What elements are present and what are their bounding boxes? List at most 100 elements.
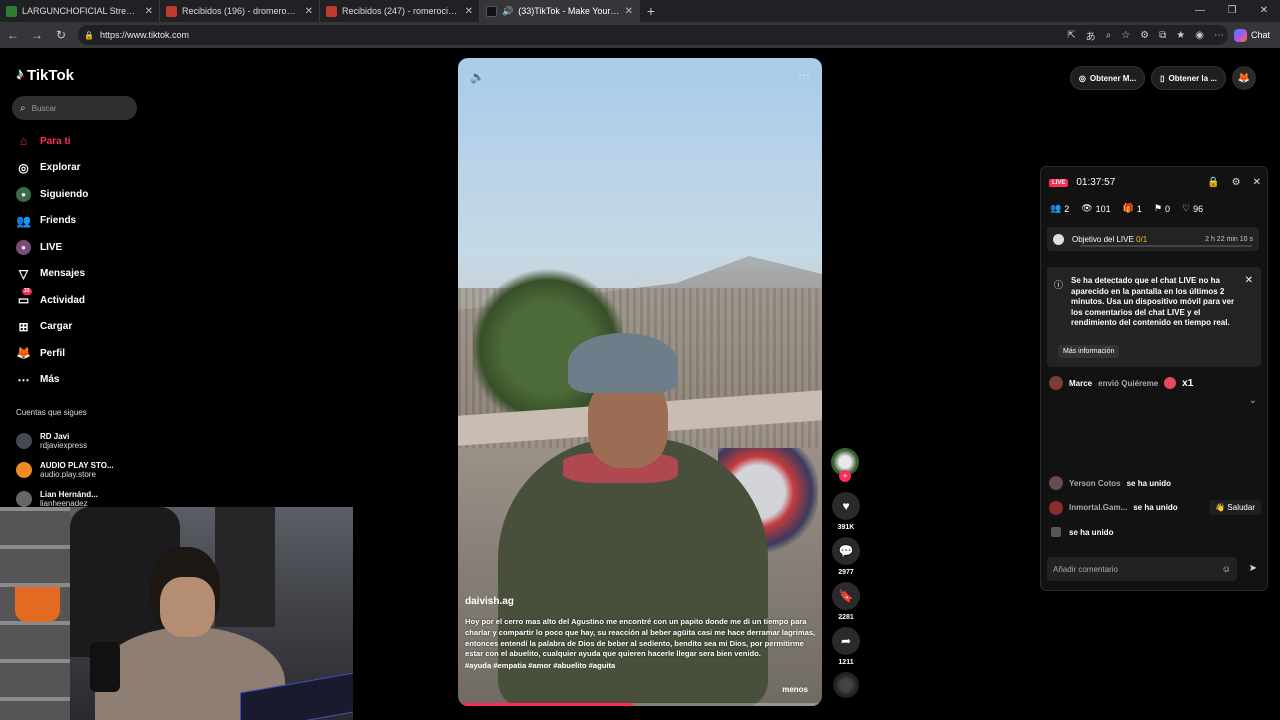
following-username: audio.play.store (40, 469, 96, 479)
video-author[interactable]: daivish.ag (465, 596, 817, 607)
new-tab-button[interactable]: + (640, 3, 662, 19)
more-options-icon[interactable]: ⋯ (798, 68, 810, 82)
nav-item-mas[interactable]: ⋯ Más (16, 367, 88, 394)
emoji-icon[interactable]: ☺ (1222, 564, 1231, 574)
video-player[interactable]: 🔈 ⋯ daivish.ag Hoy por el cerro mas alto… (458, 58, 822, 706)
tab-close-icon[interactable]: ✕ (465, 6, 473, 17)
nav-item-para-ti[interactable]: ⌂ Para ti (16, 128, 88, 155)
close-icon[interactable]: ✕ (1245, 275, 1253, 286)
search-input[interactable]: ⌕ Buscar (12, 96, 137, 120)
video-hashtags[interactable]: #ayuda #empatia #amor #abuelito #aguita (465, 661, 817, 670)
settings-icon[interactable]: ⚙ (1232, 177, 1241, 188)
open-app-icon[interactable]: ⇱ (1067, 30, 1075, 41)
back-icon[interactable]: ← (6, 28, 20, 42)
music-disc-icon[interactable] (833, 672, 859, 698)
video-man-cap (568, 333, 678, 393)
bookmark-icon[interactable]: 🔖 (832, 582, 860, 610)
mute-icon[interactable]: 🔈 (470, 70, 485, 84)
nav-item-live[interactable]: ● LIVE (16, 234, 88, 261)
video-progress-bar[interactable] (458, 703, 822, 706)
gifts-stat[interactable]: 🎁 1 (1123, 203, 1142, 214)
extensions-icon[interactable]: ⚙ (1140, 30, 1149, 41)
following-item[interactable]: AUDIO PLAY STO... audio.play.store (16, 455, 114, 484)
get-app-button[interactable]: ▯ Obtener la ... (1151, 66, 1226, 90)
nav-item-friends[interactable]: 👥 Friends (16, 208, 88, 235)
join-username[interactable]: Yerson Cotos (1069, 479, 1121, 488)
goal-icon (1053, 233, 1064, 245)
like-action[interactable]: ♥ 391K (831, 492, 861, 531)
nav-item-explorar[interactable]: ◎ Explorar (16, 155, 88, 182)
browser-tab[interactable]: LARGUNCHOFICIAL Stream - Wa ✕ (0, 0, 160, 22)
window-controls: — ❐ ✕ (1184, 0, 1280, 22)
nav-item-mensajes[interactable]: ▽ Mensajes (16, 261, 88, 288)
browser-tab[interactable]: Recibidos (247) - romerocieza@g ✕ (320, 0, 480, 22)
save-action[interactable]: 🔖 2281 (831, 582, 861, 621)
tab-close-icon[interactable]: ✕ (625, 6, 633, 17)
nav-label: Perfil (40, 347, 66, 359)
copilot-chat-button[interactable]: Chat (1233, 28, 1270, 42)
send-icon[interactable]: ➤ (1249, 563, 1257, 574)
share-action[interactable]: ➦ 1211 (831, 627, 861, 666)
following-item[interactable]: RD Javi rdjaviexpress (16, 426, 114, 455)
gift-username[interactable]: Marce (1069, 379, 1092, 388)
heart-icon: ♡ (1182, 203, 1191, 213)
get-coins-button[interactable]: ◎ Obtener M... (1069, 66, 1146, 90)
compass-icon: ◎ (18, 160, 29, 175)
restore-icon[interactable]: ❐ (1216, 0, 1248, 22)
share-icon[interactable]: ➦ (832, 627, 860, 655)
close-window-icon[interactable]: ✕ (1248, 0, 1280, 22)
speaker-icon[interactable]: 🔊 (502, 6, 513, 17)
live-header-icons: 🔒 ⚙ ✕ (1207, 177, 1261, 188)
nav-item-perfil[interactable]: 🦊 Perfil (16, 340, 88, 367)
forward-icon[interactable]: → (30, 28, 44, 42)
heart-icon[interactable]: ♥ (832, 492, 860, 520)
reload-icon[interactable]: ↻ (54, 28, 68, 42)
more-info-button[interactable]: Más información (1058, 345, 1120, 358)
info-icon: ⓘ (1054, 280, 1064, 290)
browser-tab[interactable]: Recibidos (196) - dromerocieza20 ✕ (160, 0, 320, 22)
comment-action[interactable]: 💬 2977 (831, 537, 861, 576)
live-goal[interactable]: Objetivo del LIVE 0/1 2 h 22 min 10 s (1047, 227, 1259, 251)
avatar[interactable] (1049, 500, 1063, 515)
creator-avatar[interactable]: + (831, 448, 859, 482)
address-field[interactable] (78, 25, 1228, 45)
cabinet (215, 507, 275, 627)
profile-icon[interactable]: ◉ (1195, 30, 1204, 41)
less-button[interactable]: menos (782, 685, 808, 694)
split-icon[interactable]: ⧉ (1159, 30, 1166, 41)
follow-plus-icon[interactable]: + (839, 470, 851, 482)
close-icon[interactable]: ✕ (1253, 177, 1261, 188)
favorite-icon[interactable]: ☆ (1121, 30, 1130, 41)
zoom-icon[interactable]: ⌕ (1106, 30, 1112, 41)
nav-item-siguiendo[interactable]: ● Siguiendo (16, 181, 88, 208)
browser-toolbar-icons: ⇱ あ ⌕ ☆ ⚙ ⧉ ★ ◉ ⋯ Chat (1067, 22, 1270, 48)
guests-stat[interactable]: 👥 2 (1050, 203, 1069, 214)
join-message: Yerson Cotos se ha unido (1049, 471, 1261, 496)
avatar[interactable] (1049, 476, 1063, 491)
rank-stat[interactable]: ⚑ 0 (1154, 203, 1170, 214)
avatar[interactable] (1051, 527, 1061, 538)
lock-icon[interactable]: 🔒 (1207, 177, 1219, 188)
greet-button[interactable]: 👋 Saludar (1209, 500, 1261, 516)
comment-input[interactable]: Añadir comentario ☺ (1047, 557, 1237, 581)
likes-stat[interactable]: ♡ 96 (1182, 203, 1203, 214)
viewers-stat[interactable]: 👁 101 (1081, 203, 1110, 214)
tiktok-logo[interactable]: ♪ TikTok (16, 66, 74, 84)
nav-item-cargar[interactable]: ⊞ Cargar (16, 314, 88, 341)
translate-icon[interactable]: あ (1086, 28, 1096, 43)
chevron-down-icon[interactable]: ⌄ (1249, 395, 1257, 406)
more-menu-icon[interactable]: ⋯ (1214, 30, 1224, 41)
avatar (16, 490, 32, 507)
user-avatar[interactable]: 🦊 (1232, 66, 1256, 90)
favorites-bar-icon[interactable]: ★ (1176, 30, 1185, 41)
avatar[interactable] (1049, 376, 1063, 390)
browser-tab-bar: LARGUNCHOFICIAL Stream - Wa ✕ Recibidos … (0, 0, 1280, 22)
tab-close-icon[interactable]: ✕ (145, 6, 153, 17)
minimize-icon[interactable]: — (1184, 0, 1216, 22)
join-username[interactable]: Inmortal.Gam... (1069, 503, 1127, 512)
tab-close-icon[interactable]: ✕ (305, 6, 313, 17)
gift-multiplier: x1 (1182, 377, 1194, 389)
browser-tab-active[interactable]: 🔊 (33)TikTok - Make Your Day ✕ (480, 0, 640, 22)
nav-item-actividad[interactable]: ▭ 33 Actividad (16, 287, 88, 314)
comment-icon[interactable]: 💬 (832, 537, 860, 565)
